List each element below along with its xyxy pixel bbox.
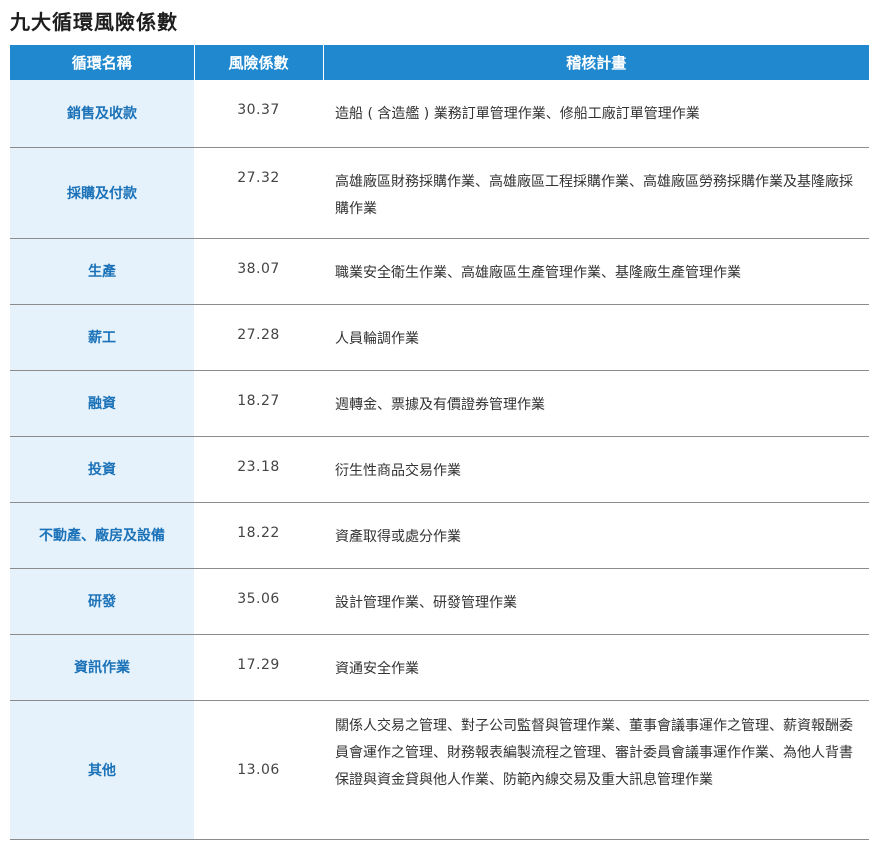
header-cycle-name: 循環名稱: [10, 45, 194, 80]
table-row: 薪工 27.28 人員輪調作業: [10, 304, 869, 370]
risk-coefficient: 35.06: [237, 590, 280, 607]
table-row: 不動產、廠房及設備 18.22 資產取得或處分作業: [10, 502, 869, 568]
cycle-name: 生產: [10, 238, 194, 304]
audit-plan: 資通安全作業: [335, 660, 419, 677]
table-row: 銷售及收款 30.37 造船 ( 含造艦 ) 業務訂單管理作業、修船工廠訂單管理…: [10, 80, 869, 147]
audit-plan: 設計管理作業、研發管理作業: [335, 594, 517, 611]
table-row: 研發 35.06 設計管理作業、研發管理作業: [10, 568, 869, 634]
audit-plan: 人員輪調作業: [335, 330, 419, 347]
table-row: 資訊作業 17.29 資通安全作業: [10, 634, 869, 700]
cycle-name: 採購及付款: [10, 147, 194, 238]
audit-plan: 高雄廠區財務採購作業、高雄廠區工程採購作業、高雄廠區勞務採購作業及基隆廠採購作業: [335, 173, 853, 217]
cycle-name: 薪工: [10, 304, 194, 370]
table-row: 採購及付款 27.32 高雄廠區財務採購作業、高雄廠區工程採購作業、高雄廠區勞務…: [10, 147, 869, 238]
header-audit-plan: 稽核計畫: [322, 45, 869, 80]
page-title: 九大循環風險係數: [10, 10, 178, 34]
cycle-name: 不動產、廠房及設備: [10, 502, 194, 568]
risk-coefficient: 17.29: [237, 656, 280, 673]
header-risk-coefficient: 風險係數: [193, 45, 323, 80]
table-row: 融資 18.27 週轉金、票據及有價證券管理作業: [10, 370, 869, 436]
risk-coefficient: 38.07: [237, 260, 280, 277]
cycle-name: 銷售及收款: [10, 80, 194, 147]
table-header-row: 循環名稱 風險係數 稽核計畫: [10, 45, 869, 80]
table-row: 生產 38.07 職業安全衛生作業、高雄廠區生產管理作業、基隆廠生產管理作業: [10, 238, 869, 304]
audit-plan: 造船 ( 含造艦 ) 業務訂單管理作業、修船工廠訂單管理作業: [335, 106, 700, 122]
audit-plan: 職業安全衛生作業、高雄廠區生產管理作業、基隆廠生產管理作業: [335, 264, 741, 281]
audit-plan: 衍生性商品交易作業: [335, 462, 461, 479]
table-row: 投資 23.18 衍生性商品交易作業: [10, 436, 869, 502]
audit-plan: 週轉金、票據及有價證券管理作業: [335, 396, 545, 413]
risk-coefficient: 27.28: [237, 326, 280, 343]
cycle-name: 資訊作業: [10, 634, 194, 700]
table-row: 其他 13.06 關係人交易之管理、對子公司監督與管理作業、董事會議事運作之管理…: [10, 700, 869, 839]
audit-plan: 關係人交易之管理、對子公司監督與管理作業、董事會議事運作之管理、薪資報酬委員會運…: [335, 717, 853, 788]
risk-coefficient: 23.18: [237, 458, 280, 475]
risk-coefficient: 18.22: [237, 524, 280, 541]
audit-plan: 資產取得或處分作業: [335, 528, 461, 545]
cycle-name: 投資: [10, 436, 194, 502]
risk-coefficient: 18.27: [237, 392, 280, 409]
cycle-name: 研發: [10, 568, 194, 634]
risk-coefficient: 13.06: [237, 761, 280, 778]
cycle-name: 其他: [10, 700, 194, 839]
risk-coefficient-table: 循環名稱 風險係數 稽核計畫 銷售及收款 30.37 造船 ( 含造艦 ) 業務…: [10, 45, 869, 840]
risk-coefficient: 30.37: [237, 102, 280, 118]
risk-coefficient: 27.32: [237, 169, 280, 186]
cycle-name: 融資: [10, 370, 194, 436]
